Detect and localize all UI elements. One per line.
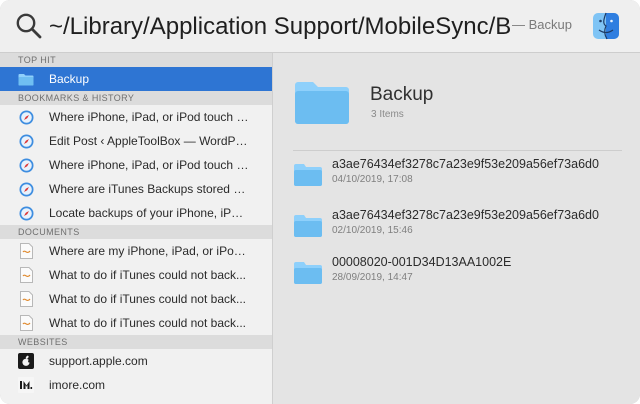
result-label: Backup <box>49 72 90 86</box>
result-website[interactable]: support.apple.com <box>0 349 272 373</box>
spotlight-window: ~/Library/Application Support/MobileSync… <box>0 0 640 404</box>
folder-name: a3ae76434ef3278c7a23e9f53e209a56ef73a6d0 <box>332 208 599 222</box>
safari-icon <box>18 205 34 221</box>
result-document[interactable]: What to do if iTunes could not back... <box>0 311 272 335</box>
folder-date: 02/10/2019, 15:46 <box>332 225 413 236</box>
section-header-websites: WEBSITES <box>0 335 272 349</box>
folder-item[interactable]: a3ae76434ef3278c7a23e9f53e209a56ef73a6d0… <box>293 157 633 197</box>
result-bookmark[interactable]: Where iPhone, iPad, or iPod touch b... <box>0 153 272 177</box>
safari-icon <box>18 109 34 125</box>
result-document[interactable]: Where are my iPhone, iPad, or iPod t... <box>0 239 272 263</box>
result-label: Locate backups of your iPhone, iPad... <box>49 206 249 220</box>
result-bookmark[interactable]: Locate backups of your iPhone, iPad... <box>0 201 272 225</box>
folder-icon <box>294 215 322 237</box>
folder-icon <box>18 71 34 87</box>
result-bookmark[interactable]: Where are iTunes Backups stored on... <box>0 177 272 201</box>
folder-date: 04/10/2019, 17:08 <box>332 174 413 185</box>
result-label: What to do if iTunes could not back... <box>49 268 246 282</box>
result-label: imore.com <box>49 378 106 392</box>
folder-icon <box>294 262 322 284</box>
section-header-top-hit: TOP HIT <box>0 53 272 67</box>
section-header-documents: DOCUMENTS <box>0 225 272 239</box>
result-backup-folder[interactable]: Backup <box>0 67 272 91</box>
safari-icon <box>18 181 34 197</box>
result-bookmark[interactable]: Edit Post ‹ AppleToolBox — WordPre... <box>0 129 272 153</box>
result-label: Where are iTunes Backups stored on... <box>49 182 249 196</box>
folder-icon <box>295 82 349 124</box>
folder-name: a3ae76434ef3278c7a23e9f53e209a56ef73a6d0 <box>332 157 599 171</box>
result-label: Where iPhone, iPad, or iPod touch b... <box>49 158 249 172</box>
document-icon <box>18 291 34 307</box>
result-label: What to do if iTunes could not back... <box>49 292 246 306</box>
search-icon <box>16 13 42 39</box>
document-icon <box>18 243 34 259</box>
results-sidebar: TOP HIT Backup BOOKMARKS & HISTORY Where… <box>0 53 273 404</box>
preview-item-count: 3 Items <box>371 109 404 120</box>
result-document[interactable]: What to do if iTunes could not back... <box>0 287 272 311</box>
search-bar[interactable]: ~/Library/Application Support/MobileSync… <box>0 0 640 53</box>
result-label: Where are my iPhone, iPad, or iPod t... <box>49 244 249 258</box>
search-kind-hint: — Backup <box>512 17 572 32</box>
search-query[interactable]: ~/Library/Application Support/MobileSync… <box>49 10 511 44</box>
folder-date: 28/09/2019, 14:47 <box>332 272 413 283</box>
result-label: What to do if iTunes could not back... <box>49 316 246 330</box>
result-label: Edit Post ‹ AppleToolBox — WordPre... <box>49 134 249 148</box>
result-bookmark[interactable]: Where iPhone, iPad, or iPod touch b... <box>0 105 272 129</box>
result-label: support.apple.com <box>49 354 148 368</box>
document-icon <box>18 267 34 283</box>
result-label: Where iPhone, iPad, or iPod touch b... <box>49 110 249 124</box>
finder-icon <box>593 12 619 40</box>
folder-item[interactable]: 00008020-001D34D13AA1002E 28/09/2019, 14… <box>293 255 633 295</box>
preview-pane: Backup 3 Items a3ae76434ef3278c7a23e9f53… <box>273 53 640 404</box>
folder-name: 00008020-001D34D13AA1002E <box>332 255 512 269</box>
apple-logo-icon <box>18 353 34 369</box>
imore-logo-icon <box>18 377 34 393</box>
preview-title: Backup <box>370 84 434 105</box>
safari-icon <box>18 157 34 173</box>
safari-icon <box>18 133 34 149</box>
folder-icon <box>294 164 322 186</box>
document-icon <box>18 315 34 331</box>
result-website[interactable]: imore.com <box>0 373 272 397</box>
divider <box>293 150 622 151</box>
section-header-bookmarks: BOOKMARKS & HISTORY <box>0 91 272 105</box>
folder-item[interactable]: a3ae76434ef3278c7a23e9f53e209a56ef73a6d0… <box>293 208 633 248</box>
result-document[interactable]: What to do if iTunes could not back... <box>0 263 272 287</box>
